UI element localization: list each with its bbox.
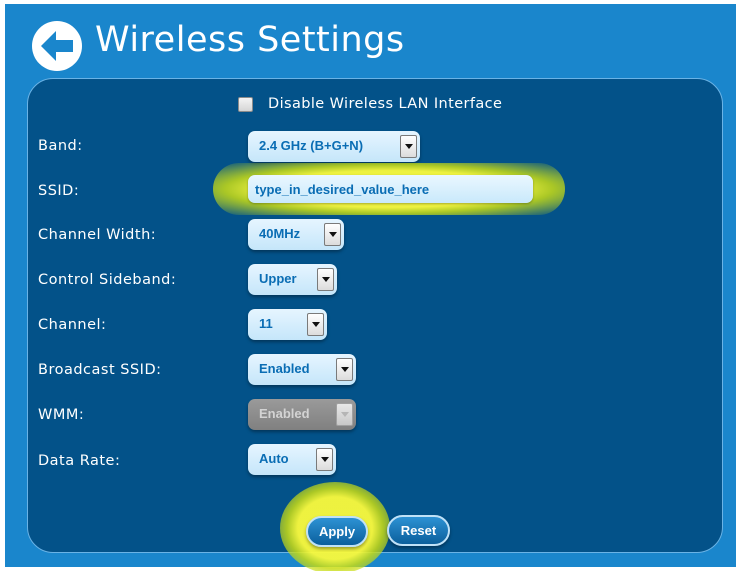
ssid-label: SSID:: [38, 183, 80, 199]
control-sideband-select[interactable]: Upper: [248, 264, 337, 295]
reset-button[interactable]: Reset: [387, 515, 450, 546]
chevron-down-icon: [317, 268, 334, 291]
broadcast-ssid-value: Enabled: [259, 361, 310, 376]
ssid-input[interactable]: [248, 175, 533, 203]
data-rate-value: Auto: [259, 451, 289, 466]
channel-width-value: 40MHz: [259, 226, 301, 241]
page-title: Wireless Settings: [95, 20, 405, 60]
chevron-down-icon: [400, 135, 417, 158]
band-value: 2.4 GHz (B+G+N): [259, 138, 364, 153]
apply-button[interactable]: Apply: [306, 516, 368, 547]
back-button[interactable]: [32, 21, 82, 71]
wmm-select: Enabled: [248, 399, 356, 430]
back-arrow-icon: [41, 31, 73, 61]
wireless-settings-panel: Disable Wireless LAN Interface Band: 2.4…: [27, 78, 723, 571]
wmm-label: WMM:: [38, 407, 85, 423]
broadcast-ssid-select[interactable]: Enabled: [248, 354, 356, 385]
channel-value: 11: [259, 316, 273, 331]
chevron-down-icon: [324, 223, 341, 246]
control-sideband-label: Control Sideband:: [38, 272, 177, 288]
band-select[interactable]: 2.4 GHz (B+G+N): [248, 131, 420, 162]
channel-width-label: Channel Width:: [38, 227, 157, 243]
control-sideband-value: Upper: [259, 271, 297, 286]
data-rate-select[interactable]: Auto: [248, 444, 336, 475]
channel-select[interactable]: 11: [248, 309, 327, 340]
router-settings-window: Wireless Settings Disable Wireless LAN I…: [5, 4, 736, 571]
wmm-value: Enabled: [259, 406, 310, 421]
page-header: Wireless Settings: [5, 4, 736, 82]
disable-wlan-label: Disable Wireless LAN Interface: [268, 96, 503, 112]
broadcast-ssid-label: Broadcast SSID:: [38, 362, 162, 378]
channel-label: Channel:: [38, 317, 107, 333]
chevron-down-icon: [336, 403, 353, 426]
channel-width-select[interactable]: 40MHz: [248, 219, 344, 250]
disable-wlan-checkbox[interactable]: [238, 97, 253, 112]
band-label: Band:: [38, 138, 83, 154]
chevron-down-icon: [307, 313, 324, 336]
chevron-down-icon: [316, 448, 333, 471]
chevron-down-icon: [336, 358, 353, 381]
data-rate-label: Data Rate:: [38, 453, 121, 469]
